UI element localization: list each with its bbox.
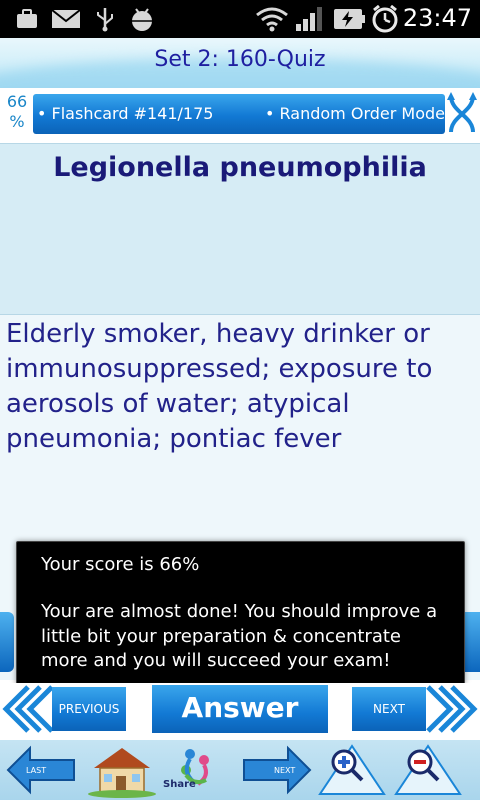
usb-icon — [92, 6, 118, 32]
shuffle-icon[interactable] — [447, 92, 477, 136]
score-toast: Your score is 66% Your are almost done! … — [16, 541, 465, 685]
next-toolbar-label: NEXT — [274, 766, 296, 775]
flashcard-info-bar: • Flashcard #141/175 • Random Order Mode — [33, 94, 445, 134]
chevron-right-icon — [426, 685, 478, 733]
progress-percent-value: 66 — [6, 92, 28, 111]
status-bar: 23:47 — [0, 0, 480, 38]
question-panel: Legionella pneumophilia — [0, 143, 480, 315]
alarm-icon — [369, 5, 401, 33]
home-button[interactable] — [86, 742, 158, 798]
navigation-row: PREVIOUS Answer NEXT — [0, 683, 480, 733]
zoom-in-icon — [318, 744, 386, 795]
progress-percent: 66 % — [2, 92, 32, 132]
last-button-label: LAST — [26, 766, 47, 775]
progress-row: 66 % • Flashcard #141/175 • Random Order… — [0, 88, 480, 142]
battery-charging-icon — [331, 6, 367, 32]
title-bar: Set 2: 160-Quiz — [0, 38, 480, 88]
clock-time: 23:47 — [402, 4, 472, 32]
zoom-out-button[interactable] — [392, 742, 464, 798]
mail-icon — [50, 6, 82, 32]
next-button[interactable]: NEXT — [352, 687, 426, 731]
toast-message: Your are almost done! You should improve… — [41, 601, 438, 671]
answer-text: Elderly smoker, heavy drinker or immunos… — [6, 319, 433, 454]
zoom-out-icon — [394, 744, 462, 795]
progress-percent-sign: % — [9, 112, 25, 131]
share-label: Share — [163, 779, 196, 790]
order-mode-label: • Random Order Mode — [265, 104, 445, 123]
answer-button[interactable]: Answer — [152, 685, 328, 733]
flashcard-counter: • Flashcard #141/175 — [37, 104, 214, 123]
zoom-in-button[interactable] — [316, 742, 388, 798]
question-text: Legionella pneumophilia — [53, 152, 427, 183]
page-title: Set 2: 160-Quiz — [154, 47, 326, 72]
toast-score: Your score is 66% — [41, 554, 200, 575]
next-toolbar-button[interactable]: NEXT — [240, 742, 312, 798]
wifi-icon — [254, 6, 290, 32]
last-button[interactable]: LAST — [6, 742, 78, 798]
previous-button[interactable]: PREVIOUS — [52, 687, 126, 731]
briefcase-icon — [14, 6, 40, 32]
partially-hidden-left-button[interactable] — [0, 612, 14, 672]
chevron-left-icon — [2, 685, 54, 733]
android-debug-icon — [126, 6, 158, 32]
home-icon — [88, 748, 156, 798]
signal-icon — [293, 6, 325, 32]
